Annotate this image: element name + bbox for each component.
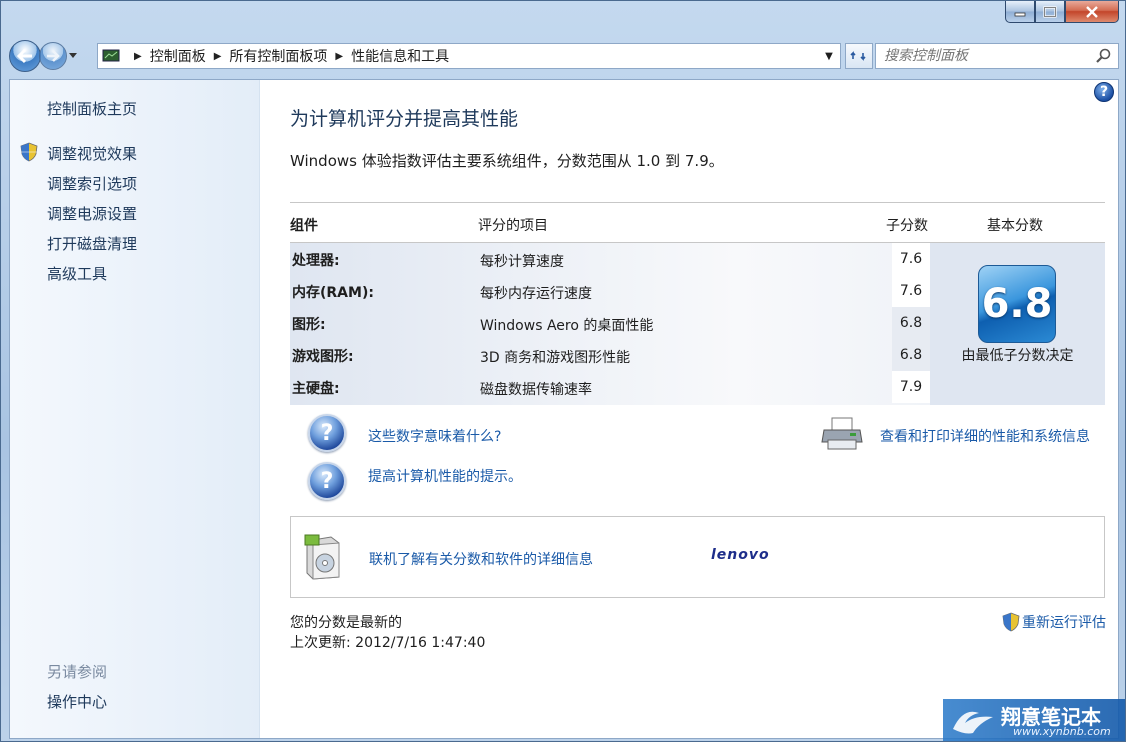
- row-item: 3D 商务和游戏图形性能: [480, 350, 631, 366]
- row-subscore: 7.9: [892, 371, 930, 403]
- sidebar-link-power[interactable]: 调整电源设置: [47, 203, 137, 224]
- search-input[interactable]: [884, 48, 1084, 64]
- minimize-icon: [1014, 12, 1026, 16]
- row-subscore: 6.8: [892, 339, 930, 371]
- row-component: 处理器:: [292, 253, 340, 269]
- row-subscore: 6.8: [892, 307, 930, 339]
- row-component: 内存(RAM):: [292, 285, 374, 301]
- back-button[interactable]: [9, 40, 41, 72]
- row-subscore: 7.6: [892, 243, 930, 275]
- recent-pages-dropdown[interactable]: [67, 46, 79, 66]
- row-component: 游戏图形:: [292, 349, 354, 365]
- search-icon[interactable]: [1096, 48, 1112, 64]
- main-panel: 为计算机评分并提高其性能 Windows 体验指数评估主要系统组件，分数范围从 …: [290, 80, 1106, 738]
- row-subscore: 7.6: [892, 275, 930, 307]
- breadcrumb-control-panel[interactable]: 控制面板: [150, 46, 206, 66]
- what-numbers-link[interactable]: 这些数字意味着什么?: [368, 426, 501, 446]
- address-bar[interactable]: ▶ 控制面板 ▶ 所有控制面板项 ▶ 性能信息和工具 ▼: [97, 43, 841, 69]
- row-item: 磁盘数据传输速率: [480, 382, 592, 398]
- score-status: 您的分数是最新的: [290, 615, 402, 631]
- address-dropdown-icon[interactable]: ▼: [822, 44, 836, 68]
- rerun-assessment-button[interactable]: 重新运行评估: [1002, 612, 1106, 632]
- sidebar-home-link[interactable]: 控制面板主页: [47, 98, 137, 119]
- header-subscore: 子分数: [886, 218, 928, 234]
- uac-shield-icon: [1002, 612, 1020, 632]
- sidebar-link-action-center[interactable]: 操作中心: [47, 691, 107, 712]
- breadcrumb-separator-icon: ▶: [213, 50, 222, 62]
- content-area: 控制面板主页 调整视觉效果 调整索引选项 调整电源设置 打开磁盘清理 高级工具 …: [9, 79, 1119, 739]
- score-rows: 处理器: 每秒计算速度 7.6 内存(RAM): 每秒内存运行速度 7.6 图形…: [290, 243, 930, 405]
- header-basescore: 基本分数: [987, 218, 1043, 234]
- base-score-panel: 6.8 由最低子分数决定: [930, 243, 1105, 405]
- close-icon: [1086, 5, 1098, 18]
- sidebar-link-disk-cleanup[interactable]: 打开磁盘清理: [47, 233, 137, 254]
- base-score-caption: 由最低子分数决定: [961, 348, 1074, 364]
- rerun-label: 重新运行评估: [1022, 615, 1106, 631]
- table-row: 图形: Windows Aero 的桌面性能 6.8: [290, 307, 930, 339]
- print-details-link[interactable]: 查看和打印详细的性能和系统信息: [880, 426, 1090, 446]
- header-rated-item: 评分的项目: [478, 218, 548, 234]
- minimize-button[interactable]: [1005, 1, 1035, 23]
- uac-shield-icon: [20, 142, 38, 162]
- score-table: 组件 评分的项目 子分数 基本分数 处理器: 每秒计算速度 7.6 内存(RAM…: [290, 202, 1105, 405]
- sidebar-link-advanced-tools[interactable]: 高级工具: [47, 263, 107, 284]
- sidebar-link-indexing[interactable]: 调整索引选项: [47, 173, 137, 194]
- bird-logo-icon: [953, 711, 993, 734]
- printer-icon: [821, 417, 863, 450]
- base-score-badge: 6.8: [978, 265, 1056, 343]
- task-pane: 控制面板主页 调整视觉效果 调整索引选项 调整电源设置 打开磁盘清理 高级工具 …: [10, 80, 260, 738]
- question-icon: ?: [308, 414, 346, 452]
- breadcrumb-performance[interactable]: 性能信息和工具: [351, 46, 449, 66]
- page-description: Windows 体验指数评估主要系统组件，分数范围从 1.0 到 7.9。: [290, 152, 724, 170]
- software-box-icon: [304, 534, 340, 580]
- tips-link[interactable]: 提高计算机性能的提示。: [368, 466, 522, 486]
- forward-button[interactable]: [39, 42, 67, 70]
- table-row: 处理器: 每秒计算速度 7.6: [290, 243, 930, 275]
- score-table-header: 组件 评分的项目 子分数 基本分数: [290, 203, 1105, 243]
- maximize-button[interactable]: [1035, 1, 1065, 23]
- chevron-down-icon: [69, 53, 77, 58]
- refresh-button[interactable]: [845, 43, 873, 69]
- table-row: 主硬盘: 磁盘数据传输速率 7.9: [290, 371, 930, 403]
- row-component: 图形:: [292, 317, 326, 333]
- search-box: [875, 43, 1119, 69]
- row-component: 主硬盘:: [292, 381, 340, 397]
- online-info-panel: 联机了解有关分数和软件的详细信息 lenovo: [290, 516, 1105, 598]
- breadcrumb-all-items[interactable]: 所有控制面板项: [229, 46, 327, 66]
- table-row: 内存(RAM): 每秒内存运行速度 7.6: [290, 275, 930, 307]
- row-item: Windows Aero 的桌面性能: [480, 318, 654, 334]
- breadcrumb-separator-icon: ▶: [134, 50, 142, 62]
- maximize-icon: [1043, 5, 1057, 18]
- site-watermark: 翔意笔记本 www.xynbnb.com: [943, 699, 1125, 741]
- row-item: 每秒内存运行速度: [480, 286, 592, 302]
- navigation-bar: ▶ 控制面板 ▶ 所有控制面板项 ▶ 性能信息和工具 ▼: [9, 39, 1119, 73]
- arrow-left-icon: [16, 48, 32, 64]
- caption-buttons: [1005, 1, 1119, 27]
- see-also-heading: 另请参阅: [47, 663, 108, 681]
- lenovo-logo: lenovo: [711, 547, 770, 563]
- window-frame: ▶ 控制面板 ▶ 所有控制面板项 ▶ 性能信息和工具 ▼ 控制面板主页 调整视觉…: [0, 0, 1126, 742]
- page-title: 为计算机评分并提高其性能: [290, 108, 519, 130]
- header-component: 组件: [290, 218, 318, 234]
- close-button[interactable]: [1065, 1, 1119, 23]
- control-panel-icon: [102, 49, 120, 62]
- breadcrumb-separator-icon: ▶: [335, 50, 344, 62]
- table-row: 游戏图形: 3D 商务和游戏图形性能 6.8: [290, 339, 930, 371]
- question-icon: ?: [308, 462, 346, 500]
- arrow-right-icon: [47, 50, 60, 62]
- online-info-link[interactable]: 联机了解有关分数和软件的详细信息: [369, 549, 593, 569]
- sidebar-link-visual-effects[interactable]: 调整视觉效果: [47, 143, 137, 164]
- watermark-url: www.xynbnb.com: [1013, 725, 1111, 738]
- last-update: 上次更新: 2012/7/16 1:47:40: [290, 635, 486, 651]
- row-item: 每秒计算速度: [480, 254, 564, 270]
- refresh-icon: [850, 51, 866, 61]
